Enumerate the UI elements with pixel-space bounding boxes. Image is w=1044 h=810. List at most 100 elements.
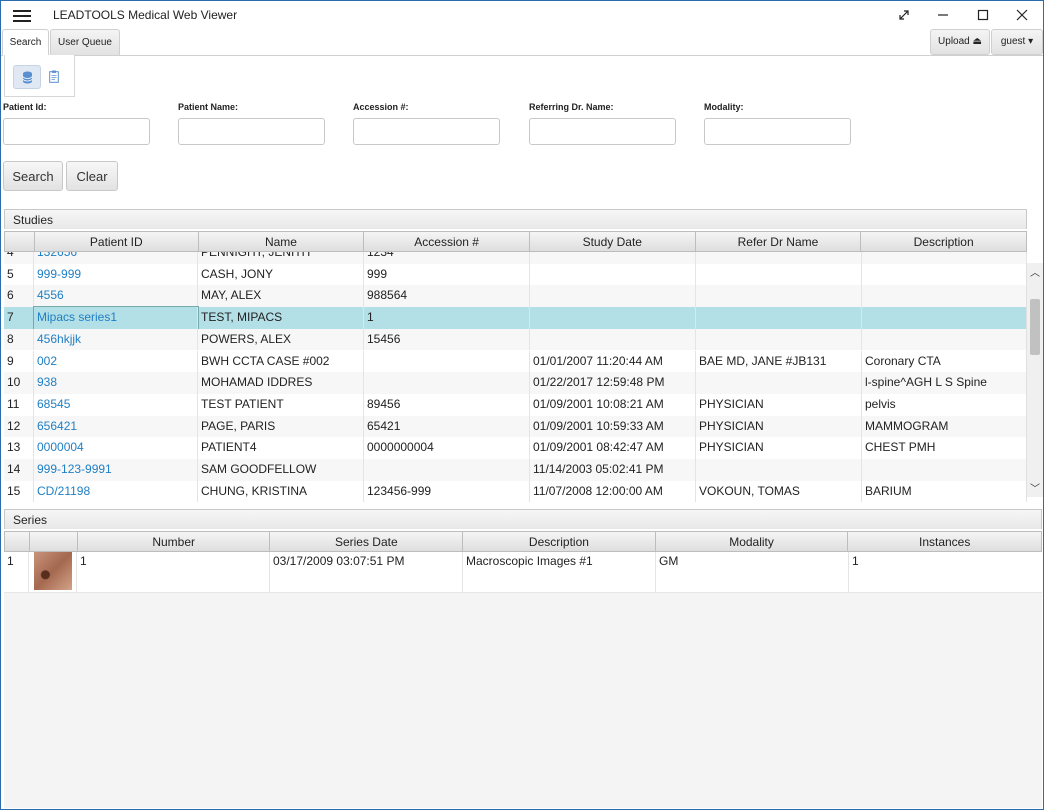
- scroll-down-icon[interactable]: ﹀: [1027, 479, 1043, 495]
- caret-down-icon: ▾: [1028, 36, 1034, 47]
- series-row[interactable]: 1 1 03/17/2009 03:07:51 PM Macroscopic I…: [4, 552, 1042, 592]
- referring-dr-label: Referring Dr. Name:: [529, 102, 614, 112]
- hamburger-menu-icon[interactable]: [13, 7, 31, 23]
- study-name: CHUNG, KRISTINA: [198, 480, 364, 503]
- modality-label: Modality:: [704, 102, 744, 112]
- study-description: BARIUM: [862, 480, 1027, 503]
- col-series-date[interactable]: Series Date: [270, 532, 464, 551]
- study-description: pelvis: [862, 393, 1027, 416]
- col-accession[interactable]: Accession #: [364, 232, 530, 251]
- study-date: 01/22/2017 12:59:48 PM: [530, 372, 696, 394]
- study-date: 01/09/2001 10:59:33 AM: [530, 415, 696, 438]
- col-instances[interactable]: Instances: [848, 532, 1041, 551]
- upload-label: Upload: [938, 36, 970, 47]
- study-patient-id[interactable]: CD/21198: [34, 480, 198, 503]
- tab-user-queue[interactable]: User Queue: [50, 29, 120, 55]
- series-thumbnail[interactable]: [29, 552, 77, 592]
- series-row-number: 1: [4, 552, 29, 592]
- study-patient-id[interactable]: 0000004: [34, 437, 198, 459]
- study-row[interactable]: 4 132656 PENNIGHT, JENITH 1234: [4, 252, 1027, 264]
- study-description: [862, 328, 1027, 351]
- study-patient-id[interactable]: 999-999: [34, 263, 198, 286]
- referring-dr-input[interactable]: [529, 118, 676, 145]
- close-icon[interactable]: [1002, 1, 1042, 29]
- study-patient-id[interactable]: 938: [34, 372, 198, 394]
- search-button[interactable]: Search: [3, 161, 63, 191]
- study-description: CHEST PMH: [862, 437, 1027, 459]
- study-accession: 0000000004: [364, 437, 530, 459]
- upload-icon: ⏏: [972, 36, 982, 47]
- study-name: MAY, ALEX: [198, 285, 364, 308]
- study-patient-id[interactable]: 002: [34, 350, 198, 373]
- study-name: PENNIGHT, JENITH: [198, 252, 364, 264]
- study-row[interactable]: 12 656421 PAGE, PARIS 65421 01/09/2001 10:59…: [4, 415, 1027, 438]
- study-row[interactable]: 6 4556 MAY, ALEX 988564: [4, 285, 1027, 308]
- study-patient-id[interactable]: 656421: [34, 415, 198, 438]
- study-patient-id[interactable]: 68545: [34, 393, 198, 416]
- study-description: l-spine^AGH L S Spine: [862, 372, 1027, 394]
- study-patient-id[interactable]: 456hkjjk: [34, 328, 198, 351]
- maximize-icon[interactable]: [963, 1, 1003, 29]
- study-row[interactable]: 11 68545 TEST PATIENT 89456 01/09/2001 10:08…: [4, 393, 1027, 416]
- title-bar: LEADTOOLS Medical Web Viewer: [1, 1, 1043, 29]
- study-row[interactable]: 13 0000004 PATIENT4 0000000004 01/09/2001 08…: [4, 437, 1027, 459]
- minimize-icon[interactable]: [923, 1, 963, 29]
- accession-input[interactable]: [353, 118, 500, 145]
- clear-button[interactable]: Clear: [66, 161, 118, 191]
- study-name: CASH, JONY: [198, 263, 364, 286]
- col-description[interactable]: Description: [861, 232, 1026, 251]
- patient-name-input[interactable]: [178, 118, 325, 145]
- col-refer-dr[interactable]: Refer Dr Name: [696, 232, 862, 251]
- study-refer-dr: [696, 328, 862, 351]
- col-series-description[interactable]: Description: [463, 532, 656, 551]
- tab-search[interactable]: Search: [2, 29, 49, 56]
- modality-input[interactable]: [704, 118, 851, 145]
- series-empty-area: [4, 592, 1042, 808]
- col-modality[interactable]: Modality: [656, 532, 849, 551]
- study-row-number: 5: [4, 263, 34, 286]
- study-row-number: 7: [4, 307, 34, 329]
- study-date: [530, 285, 696, 308]
- study-accession: 1234: [364, 252, 530, 264]
- study-date: [530, 252, 696, 264]
- scroll-up-icon[interactable]: ︿: [1027, 263, 1043, 279]
- series-instances: 1: [852, 554, 859, 568]
- study-patient-id[interactable]: 4556: [34, 285, 198, 308]
- col-series-row-number: [5, 532, 30, 551]
- study-accession: [364, 372, 530, 394]
- study-date: [530, 307, 696, 329]
- study-refer-dr: [696, 372, 862, 394]
- study-row-number: 9: [4, 350, 34, 373]
- clipboard-icon[interactable]: [41, 65, 67, 87]
- study-row[interactable]: 7 Mipacs series1 TEST, MIPACS 1: [4, 306, 1027, 330]
- study-row-number: 4: [4, 252, 34, 264]
- col-name[interactable]: Name: [199, 232, 365, 251]
- series-date: 03/17/2009 03:07:51 PM: [270, 552, 463, 592]
- patient-id-label: Patient Id:: [3, 102, 47, 112]
- database-icon[interactable]: [13, 65, 41, 89]
- study-accession: [364, 350, 530, 373]
- study-date: [530, 328, 696, 351]
- user-menu-button[interactable]: guest ▾: [991, 29, 1043, 55]
- study-row-number: 12: [4, 415, 34, 438]
- patient-name-label: Patient Name:: [178, 102, 239, 112]
- study-row[interactable]: 14 999-123-9991 SAM GOODFELLOW 11/14/2003 0…: [4, 459, 1027, 481]
- study-row[interactable]: 10 938 MOHAMAD IDDRES 01/22/2017 12:59:48 P…: [4, 372, 1027, 394]
- patient-id-input[interactable]: [3, 118, 150, 145]
- study-row[interactable]: 9 002 BWH CCTA CASE #002 01/01/2007 11:20:4…: [4, 350, 1027, 373]
- scroll-thumb[interactable]: [1030, 299, 1040, 355]
- studies-scrollbar[interactable]: ︿ ﹀: [1026, 263, 1043, 497]
- expand-icon[interactable]: [884, 1, 924, 29]
- study-row[interactable]: 15 CD/21198 CHUNG, KRISTINA 123456-999 11/07…: [4, 480, 1027, 503]
- study-patient-id[interactable]: Mipacs series1: [33, 306, 199, 330]
- upload-button[interactable]: Upload ⏏: [930, 29, 990, 55]
- study-patient-id[interactable]: 999-123-9991: [34, 459, 198, 481]
- col-study-date[interactable]: Study Date: [530, 232, 696, 251]
- col-number[interactable]: Number: [78, 532, 271, 551]
- study-refer-dr: VOKOUN, TOMAS: [696, 480, 862, 503]
- study-patient-id[interactable]: 132656: [34, 252, 198, 264]
- study-refer-dr: BAE MD, JANE #JB131: [696, 350, 862, 373]
- study-row[interactable]: 8 456hkjjk POWERS, ALEX 15456: [4, 328, 1027, 351]
- study-row[interactable]: 5 999-999 CASH, JONY 999: [4, 263, 1027, 286]
- col-patient-id[interactable]: Patient ID: [35, 232, 199, 251]
